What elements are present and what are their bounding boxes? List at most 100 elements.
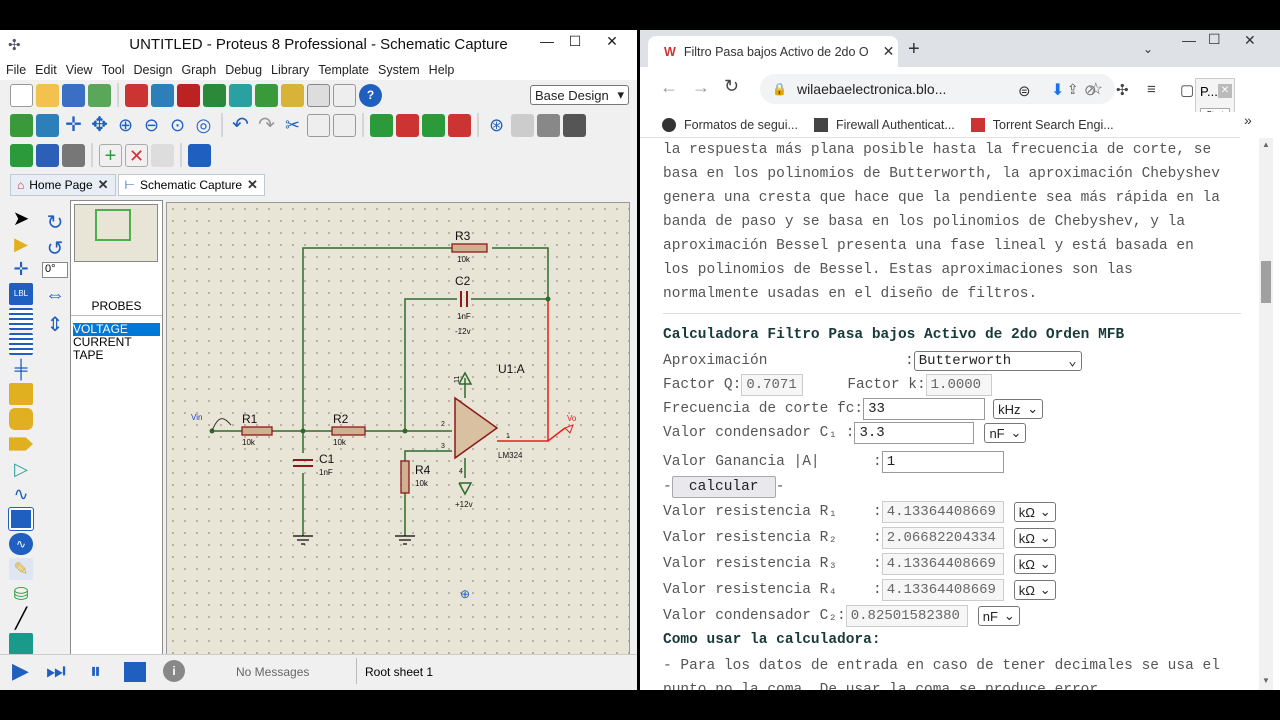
menu-edit[interactable]: Edit	[35, 63, 57, 77]
menu-view[interactable]: View	[66, 63, 93, 77]
r3-result-field[interactable]: 4.13364408669	[881, 553, 1004, 575]
block-rotate-icon[interactable]	[422, 113, 445, 137]
scroll-up-icon[interactable]: ▲	[1262, 140, 1270, 149]
text-script-icon[interactable]	[9, 308, 33, 330]
frequency-unit-select[interactable]: kHz ⌄	[993, 399, 1044, 419]
grid-icon[interactable]	[36, 113, 59, 137]
property-tool-icon[interactable]	[62, 143, 85, 167]
r1-result-field[interactable]: 4.13364408669	[881, 501, 1004, 523]
resistor-r4[interactable]	[400, 460, 410, 494]
source-code-icon[interactable]	[307, 83, 330, 107]
new-file-icon[interactable]	[10, 83, 33, 107]
save-icon[interactable]	[62, 83, 85, 107]
tape-recorder-icon[interactable]: ▷	[9, 458, 33, 480]
r4-unit-select[interactable]: kΩ ⌄	[1013, 580, 1056, 600]
undo-icon[interactable]: ↶	[229, 114, 252, 137]
schematic-canvas[interactable]: ⊕ R1 10k R2 10k R3 10k R4 10k C1 1nF C2 …	[166, 202, 630, 657]
bookmark-item[interactable]: Torrent Search Engi...	[993, 118, 1114, 132]
flip-horizontal-icon[interactable]: ⇔	[42, 284, 68, 312]
close-tab-icon[interactable]: ✕	[883, 43, 895, 60]
menu-library[interactable]: Library	[271, 63, 309, 77]
extensions-icon[interactable]: ✣	[1116, 81, 1129, 99]
cost-icon[interactable]	[281, 83, 304, 107]
flip-vertical-icon[interactable]: ⇕	[42, 312, 68, 338]
new-tab-icon[interactable]: +	[908, 38, 920, 61]
graph-mode-icon[interactable]	[9, 437, 33, 451]
paste-icon[interactable]	[333, 113, 356, 137]
share-icon[interactable]: ⇪	[1067, 81, 1079, 98]
maximize-button[interactable]: ☐	[560, 30, 590, 54]
make-device-icon[interactable]	[511, 113, 534, 137]
block-copy-icon[interactable]	[370, 113, 393, 137]
voltage-probe-icon[interactable]	[8, 507, 34, 531]
close-tab-icon[interactable]: ✕	[98, 177, 109, 193]
close-button[interactable]: ✕	[597, 30, 627, 54]
help-icon[interactable]: ?	[359, 83, 382, 107]
factor-k-field[interactable]: 1.0000	[925, 374, 992, 396]
netlist-icon[interactable]	[188, 143, 211, 167]
rotate-clockwise-icon[interactable]: ↻	[42, 210, 68, 236]
opamp-u1[interactable]	[454, 396, 499, 460]
scroll-down-icon[interactable]: ▼	[1262, 676, 1270, 685]
overview-window[interactable]	[74, 204, 158, 262]
cutoff-frequency-field[interactable]: 33	[863, 398, 986, 420]
menu-template[interactable]: Template	[318, 63, 369, 77]
device-pins-icon[interactable]	[9, 408, 33, 430]
gain-field[interactable]: 1	[881, 451, 1004, 473]
bookmarks-overflow-icon[interactable]: »	[1244, 112, 1252, 128]
wire-autorouter-icon[interactable]	[10, 143, 33, 167]
messages-status[interactable]: No Messages	[236, 665, 309, 679]
sidepanel-icon[interactable]: ▢	[1180, 81, 1194, 99]
c1-unit-select[interactable]: nF ⌄	[984, 423, 1027, 443]
menu-graph[interactable]: Graph	[181, 63, 216, 77]
menu-debug[interactable]: Debug	[225, 63, 262, 77]
menu-system[interactable]: System	[378, 63, 420, 77]
notes-icon[interactable]	[333, 83, 356, 107]
step-icon[interactable]: ⏭	[46, 658, 66, 684]
schematic-icon[interactable]	[151, 83, 174, 107]
pcb-icon[interactable]	[177, 83, 200, 107]
zoom-in-icon[interactable]: ⊕	[114, 114, 137, 137]
zoom-all-icon[interactable]: ⊙	[166, 114, 189, 137]
menu-tool[interactable]: Tool	[102, 63, 125, 77]
compass-icon[interactable]: ⊘	[1084, 81, 1097, 99]
r2-result-field[interactable]: 2.06682204334	[881, 527, 1004, 549]
list-item-tape[interactable]: TAPE	[73, 349, 160, 362]
open-folder-icon[interactable]	[36, 83, 59, 107]
pan-icon[interactable]: ✥	[88, 114, 111, 137]
terminals-icon[interactable]	[9, 383, 33, 405]
resistor-r1[interactable]	[241, 426, 273, 436]
wire-label-icon[interactable]: LBL	[9, 283, 33, 305]
close-button[interactable]: ✕	[1244, 32, 1256, 49]
menu-file[interactable]: File	[6, 63, 26, 77]
play-icon[interactable]: ▶	[12, 658, 29, 684]
gerber-icon[interactable]	[229, 83, 252, 107]
calculate-button[interactable]: calcular	[671, 476, 776, 498]
line-tool-icon[interactable]: ╱	[9, 608, 33, 630]
package-tool-icon[interactable]	[537, 113, 560, 137]
stop-icon[interactable]	[124, 662, 146, 682]
block-delete-icon[interactable]	[448, 113, 471, 137]
exit-to-parent-icon[interactable]	[151, 143, 174, 167]
page-scrollbar[interactable]: ▲ ▼	[1259, 138, 1273, 690]
subcircuit-icon[interactable]: ╪	[9, 358, 33, 380]
pause-icon[interactable]: ⏸	[90, 658, 101, 684]
capacitor-c2-field[interactable]: 0.82501582380	[845, 605, 968, 627]
r1-unit-select[interactable]: kΩ ⌄	[1013, 502, 1056, 522]
box-tool-icon[interactable]	[9, 633, 33, 655]
buses-icon[interactable]	[9, 333, 33, 355]
block-move-icon[interactable]	[396, 113, 419, 137]
component-mode-icon[interactable]: ▶	[9, 233, 33, 255]
probe-mode-icon[interactable]: ✎	[9, 558, 33, 580]
tab-search-icon[interactable]: ⌄	[1143, 42, 1153, 56]
info-icon[interactable]: i	[163, 660, 185, 682]
approximation-select[interactable]: Butterworth ⌄	[913, 351, 1082, 371]
home-icon[interactable]	[125, 83, 148, 107]
rotation-angle-field[interactable]: 0°	[42, 262, 68, 278]
selection-mode-icon[interactable]: ➤	[9, 208, 33, 230]
zoom-out-icon[interactable]: ⊖	[140, 114, 163, 137]
resistor-r3[interactable]	[451, 243, 488, 253]
reload-icon[interactable]: ↻	[724, 76, 739, 97]
capacitor-c1-field[interactable]: 3.3	[854, 422, 975, 444]
close-tab-icon[interactable]: ✕	[247, 177, 258, 193]
